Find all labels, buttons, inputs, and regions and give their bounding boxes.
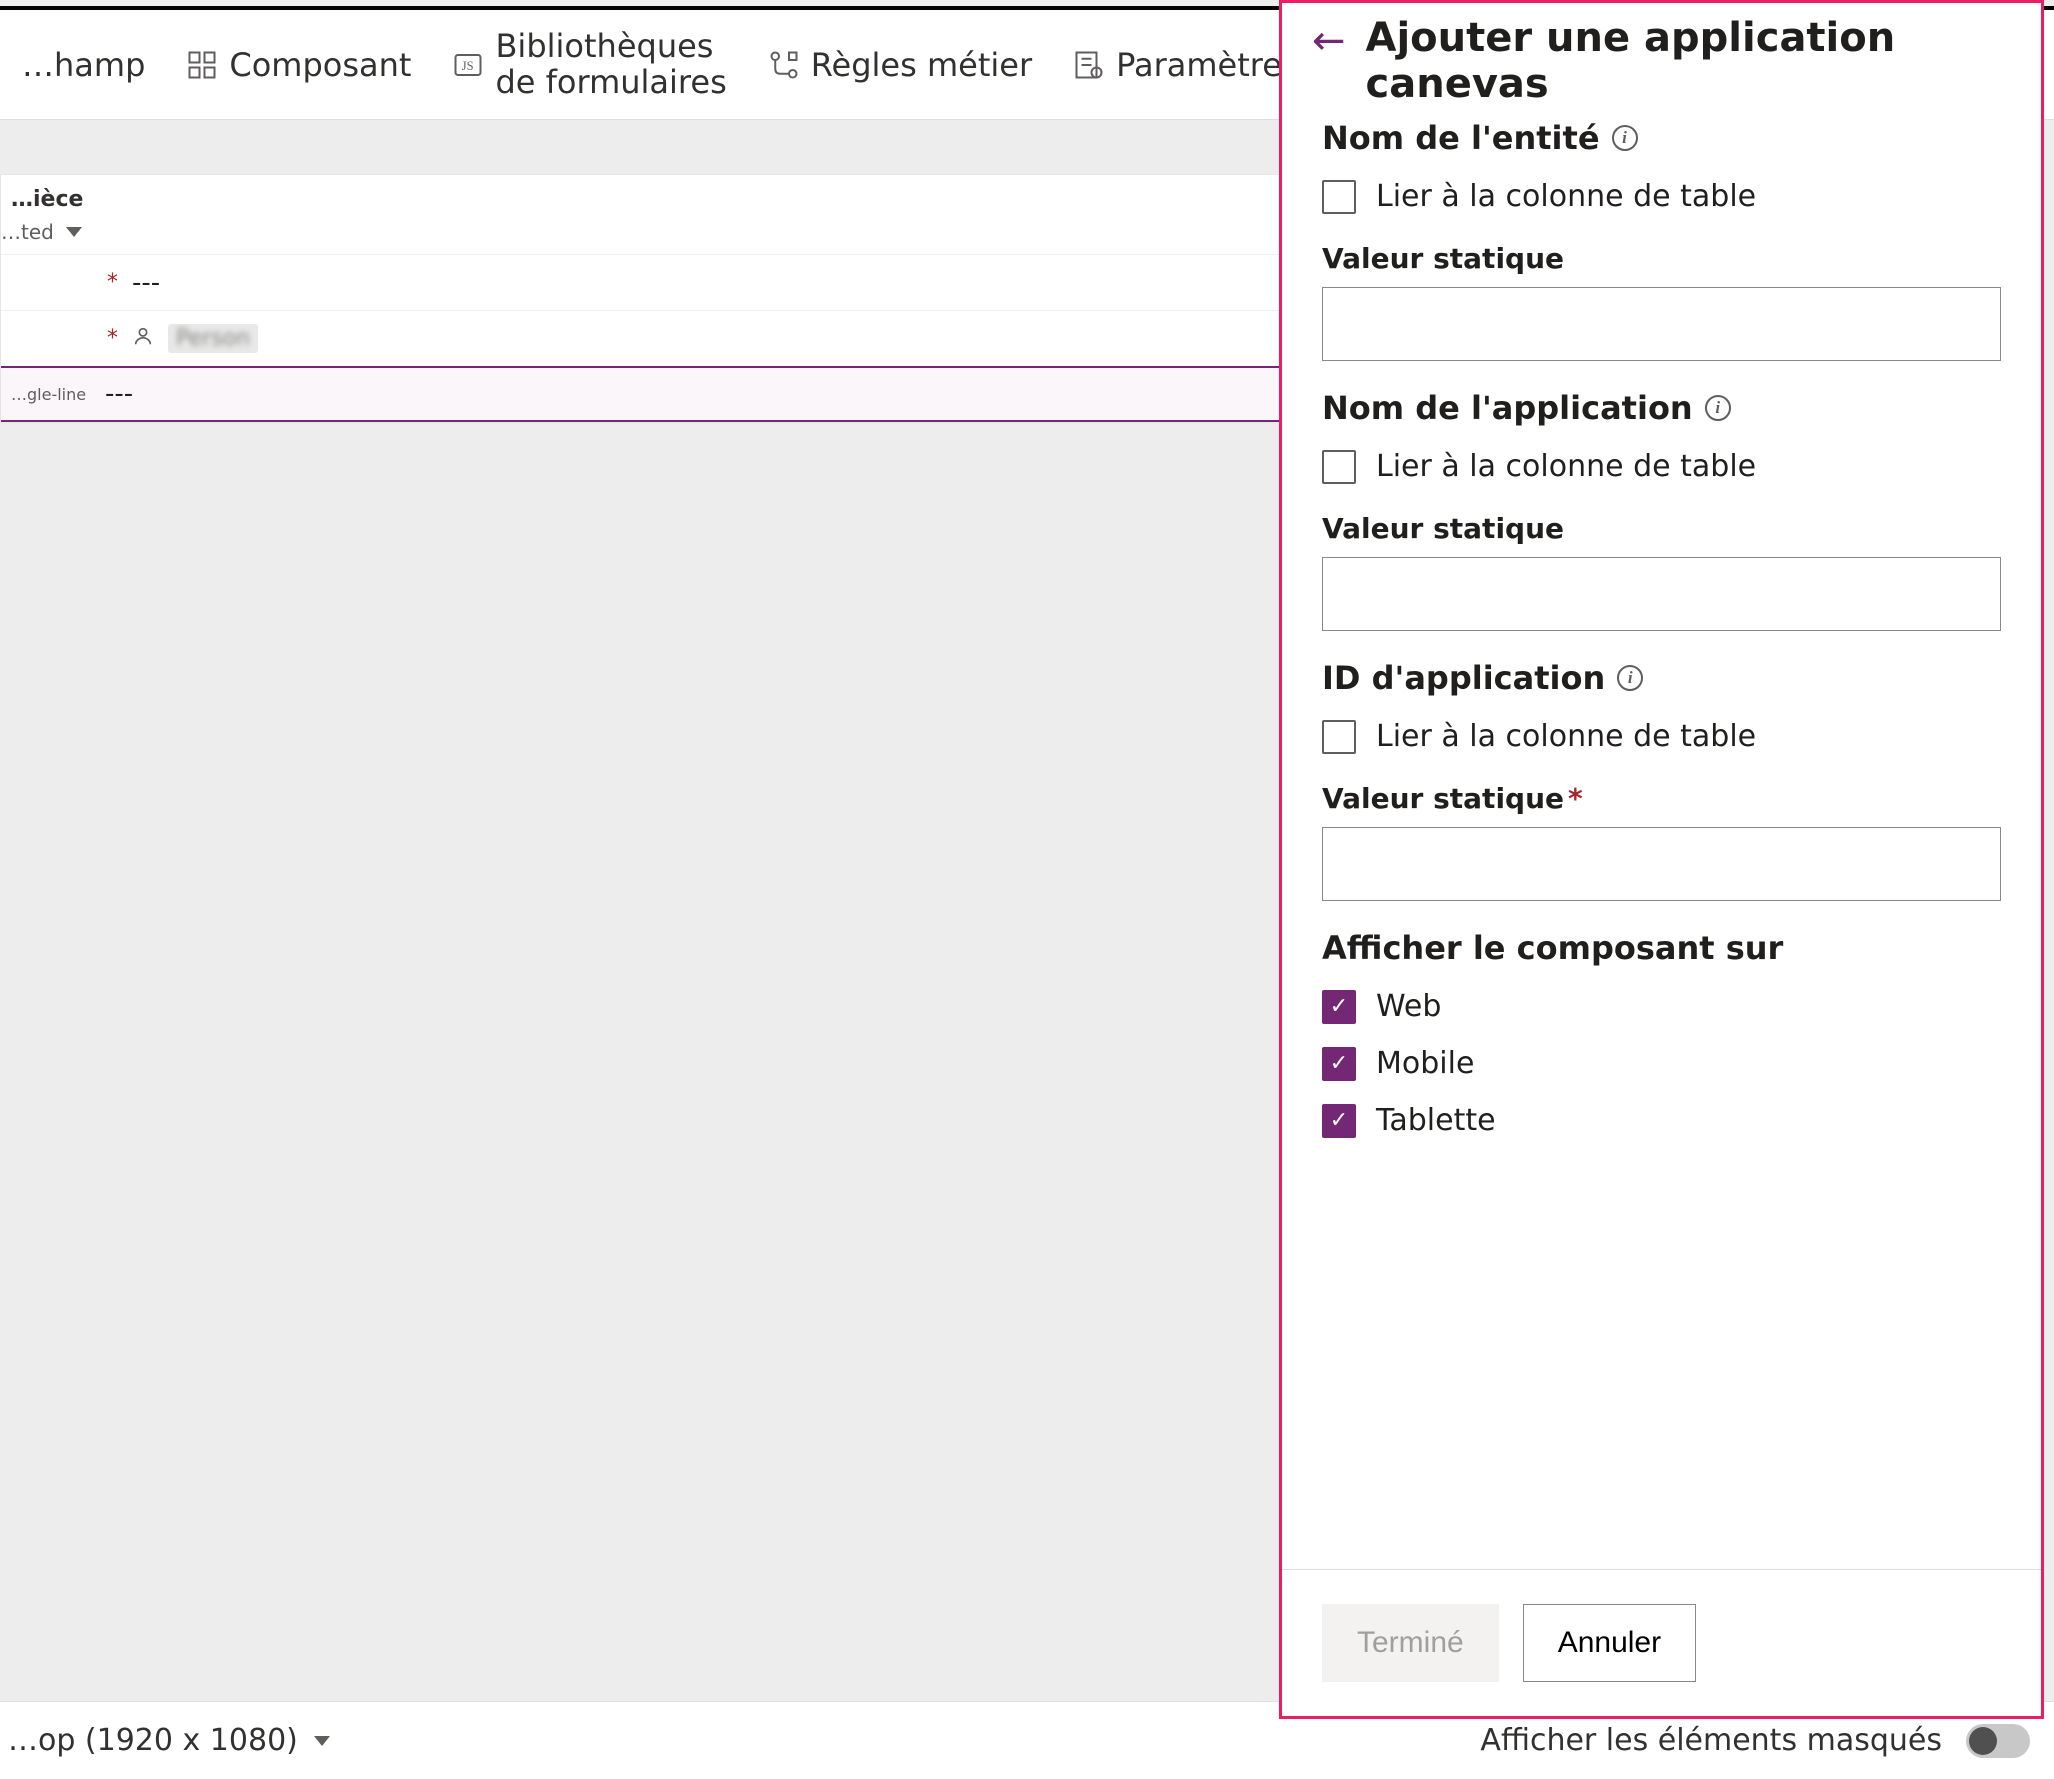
info-icon[interactable]: i	[1617, 665, 1643, 691]
field-label: …gle-line	[11, 385, 91, 404]
checkbox-checked-icon[interactable]: ✓	[1322, 990, 1356, 1024]
form-field-row-1[interactable]: * ---	[1, 254, 1288, 310]
show-hidden-toggle[interactable]	[1966, 1724, 2030, 1758]
entity-bind-column-checkbox-row[interactable]: Lier à la colonne de table	[1322, 179, 2001, 214]
show-on-tablet-checkbox-row[interactable]: ✓ Tablette	[1322, 1103, 2001, 1138]
section-subhead[interactable]: …ted	[1, 216, 1288, 254]
panel-title: Ajouter une application canevas	[1366, 15, 2011, 107]
app-name-label: Nom de l'application i	[1322, 389, 2001, 427]
checkbox-checked-icon[interactable]: ✓	[1322, 1047, 1356, 1081]
form-section-card[interactable]: …ièce …ted * --- * Person …gle-line ---	[0, 174, 1289, 423]
panel-footer: Terminé Annuler	[1282, 1569, 2041, 1716]
person-icon	[132, 325, 154, 353]
field-placeholder: ---	[105, 379, 133, 409]
toolbar-form-libraries-label: Bibliothèques de formulaires	[495, 29, 726, 99]
toolbar-add-field-label: …hamp	[22, 46, 145, 84]
checkbox-checked-icon[interactable]: ✓	[1322, 1104, 1356, 1138]
appname-bind-column-checkbox-row[interactable]: Lier à la colonne de table	[1322, 449, 2001, 484]
show-on-web-checkbox-row[interactable]: ✓ Web	[1322, 989, 2001, 1024]
checkbox-unchecked-icon[interactable]	[1322, 720, 1356, 754]
section-title: …ièce	[1, 175, 1288, 216]
js-library-icon: JS	[451, 48, 485, 82]
appid-static-value-label: Valeur statique*	[1322, 782, 2001, 815]
appname-static-value-label: Valeur statique	[1322, 512, 2001, 545]
toolbar-component[interactable]: Composant	[175, 40, 421, 90]
viewport-selector[interactable]: …op (1920 x 1080)	[8, 1723, 330, 1758]
component-icon	[185, 48, 219, 82]
done-button: Terminé	[1322, 1604, 1499, 1682]
toolbar-business-rules[interactable]: Règles métier	[757, 40, 1042, 90]
checkbox-unchecked-icon[interactable]	[1322, 180, 1356, 214]
flow-icon	[767, 48, 801, 82]
appid-static-value-input[interactable]	[1322, 827, 2001, 901]
entity-static-value-input[interactable]	[1322, 287, 2001, 361]
show-component-on-label: Afficher le composant sur	[1322, 929, 2001, 967]
toolbar-add-field[interactable]: …hamp	[12, 40, 155, 90]
toolbar-form-libraries[interactable]: JS Bibliothèques de formulaires	[441, 23, 736, 105]
info-icon[interactable]: i	[1612, 125, 1638, 151]
svg-text:JS: JS	[462, 59, 474, 73]
panel-body: Nom de l'entité i Lier à la colonne de t…	[1282, 115, 2041, 1569]
field-placeholder: ---	[132, 268, 160, 298]
toolbar-business-rules-label: Règles métier	[811, 46, 1032, 84]
show-on-mobile-checkbox-row[interactable]: ✓ Mobile	[1322, 1046, 2001, 1081]
toolbar-component-label: Composant	[229, 46, 411, 84]
lookup-person-chip[interactable]: Person	[168, 324, 258, 353]
form-settings-icon	[1072, 48, 1106, 82]
show-hidden-label: Afficher les éléments masqués	[1480, 1723, 1942, 1758]
checkbox-unchecked-icon[interactable]	[1322, 450, 1356, 484]
toggle-knob	[1969, 1727, 1997, 1755]
info-icon[interactable]: i	[1705, 395, 1731, 421]
panel-header: ← Ajouter une application canevas	[1282, 3, 2041, 115]
add-canvas-app-panel: ← Ajouter une application canevas Nom de…	[1279, 0, 2044, 1719]
entity-name-label: Nom de l'entité i	[1322, 119, 2001, 157]
form-field-row-3-selected[interactable]: …gle-line ---	[1, 366, 1288, 422]
app-id-label: ID d'application i	[1322, 659, 2001, 697]
back-arrow-icon[interactable]: ←	[1312, 15, 1346, 61]
form-field-row-2[interactable]: * Person	[1, 310, 1288, 366]
entity-static-value-label: Valeur statique	[1322, 242, 2001, 275]
chevron-down-icon	[314, 1736, 330, 1746]
appname-static-value-input[interactable]	[1322, 557, 2001, 631]
cancel-button[interactable]: Annuler	[1523, 1604, 1696, 1682]
appid-bind-column-checkbox-row[interactable]: Lier à la colonne de table	[1322, 719, 2001, 754]
chevron-down-icon	[66, 227, 82, 237]
